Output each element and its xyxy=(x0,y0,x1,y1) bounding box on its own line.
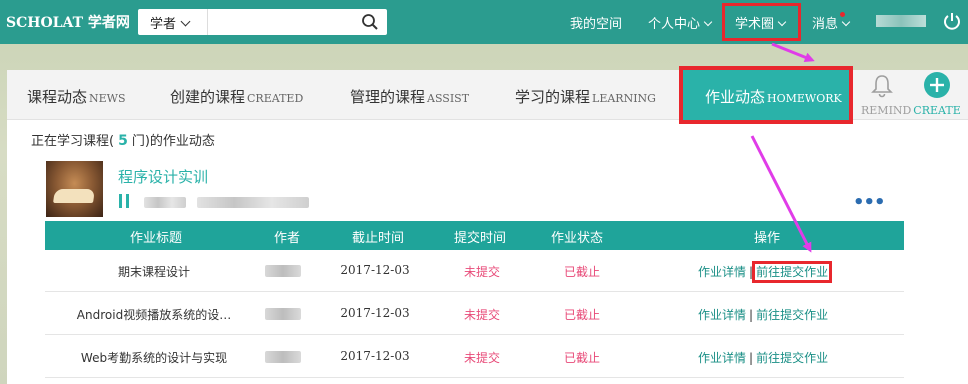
submit-homework-link[interactable]: 前往提交作业 xyxy=(756,351,828,365)
create-button[interactable]: CREATE xyxy=(911,72,963,117)
table-row: Web考勤系统的设计与实现 2017-12-03 未提交 已截止 作业详情 | 前往… xyxy=(45,336,904,378)
tab-course-news-en: NEWS xyxy=(89,92,126,105)
chevron-down-icon xyxy=(777,17,787,27)
cell-operations: 作业详情 | 前往提交作业 xyxy=(698,349,828,366)
pause-icon xyxy=(119,194,131,208)
tab-homework-en: HOMEWORK xyxy=(767,92,842,105)
notification-dot xyxy=(840,12,845,17)
user-name-blurred[interactable] xyxy=(876,15,926,27)
header-status: 作业状态 xyxy=(550,231,604,246)
nav-academic-circle-label: 学术圈 xyxy=(735,17,775,32)
table-row: Android视频播放系统的设… 2017-12-03 未提交 已截止 作业详情… xyxy=(45,293,904,335)
cell-submit-time: 未提交 xyxy=(463,265,501,279)
header-title: 作业标题 xyxy=(129,231,183,246)
site-logo[interactable]: SCHOLAT 学者网 xyxy=(6,12,130,32)
tab-learning-zh: 学习的课程 xyxy=(515,88,591,106)
tab-assist-zh: 管理的课程 xyxy=(350,88,426,106)
power-icon[interactable] xyxy=(942,11,962,31)
nav-messages-label: 消息 xyxy=(812,17,839,32)
remind-label: REMIND xyxy=(861,104,912,117)
plus-circle-icon xyxy=(924,72,950,98)
cell-deadline: 2017-12-03 xyxy=(340,349,410,363)
bell-icon xyxy=(871,75,893,98)
search-input[interactable] xyxy=(210,11,355,33)
course-cover-image[interactable] xyxy=(46,161,103,217)
create-label: CREATE xyxy=(913,104,961,117)
nav-personal-center-label: 个人中心 xyxy=(648,17,701,32)
cell-title[interactable]: 期末课程设计 xyxy=(118,263,190,280)
tab-course-news[interactable]: 课程动态 NEWS xyxy=(27,86,126,107)
cell-operations: 作业详情 | 前往提交作业 xyxy=(698,261,833,283)
header-operations: 操作 xyxy=(753,231,781,246)
cell-deadline: 2017-12-03 xyxy=(340,306,410,320)
cell-operations: 作业详情 | 前往提交作业 xyxy=(698,306,828,323)
course-count: 5 xyxy=(118,133,128,149)
course-title[interactable]: 程序设计实训 xyxy=(118,166,208,187)
top-navbar: SCHOLAT 学者网 学者 我的空间 个人中心 学术圈 消息 xyxy=(0,0,968,44)
cell-status: 已截止 xyxy=(563,351,601,365)
header-submit-time: 提交时间 xyxy=(453,231,507,246)
arrow-to-homework-tab xyxy=(771,42,815,63)
tab-created[interactable]: 创建的课程 CREATED xyxy=(170,86,303,107)
tab-learning-en: LEARNING xyxy=(592,92,656,105)
tab-homework-label: 作业动态 HOMEWORK xyxy=(705,86,842,107)
search-scope-dropdown[interactable]: 学者 xyxy=(138,9,208,35)
book-image-shape xyxy=(53,189,95,203)
main-panel: 课程动态 NEWS 创建的课程 CREATED 管理的课程 ASSIST 学习的课程 L… xyxy=(7,66,968,384)
header-author: 作者 xyxy=(273,231,301,246)
cell-title[interactable]: Android视频播放系统的设… xyxy=(77,306,231,323)
cell-author-blurred xyxy=(265,351,301,363)
tab-created-zh: 创建的课程 xyxy=(170,88,246,106)
cell-submit-time: 未提交 xyxy=(463,308,501,322)
homework-summary: 正在学习课程(5 门)的作业动态 xyxy=(31,130,215,149)
nav-personal-center[interactable]: 个人中心 xyxy=(648,13,713,32)
cell-status: 已截止 xyxy=(563,308,601,322)
homework-detail-link[interactable]: 作业详情 xyxy=(698,308,746,322)
tab-homework[interactable]: 作业动态 HOMEWORK xyxy=(679,66,853,124)
submit-homework-link[interactable]: 前往提交作业 xyxy=(756,308,828,322)
cell-submit-time: 未提交 xyxy=(463,351,501,365)
nav-academic-circle[interactable]: 学术圈 xyxy=(735,13,787,32)
homework-detail-link[interactable]: 作业详情 xyxy=(698,351,746,365)
tab-assist-en: ASSIST xyxy=(427,92,470,105)
chevron-down-icon xyxy=(180,16,191,27)
cell-status: 已截止 xyxy=(563,265,601,279)
chevron-down-icon xyxy=(841,17,851,27)
chevron-down-icon xyxy=(703,17,713,27)
homework-detail-link[interactable]: 作业详情 xyxy=(698,265,746,279)
search-scope-label: 学者 xyxy=(150,17,177,32)
search-box: 学者 xyxy=(138,9,387,35)
tab-bar: 课程动态 NEWS 创建的课程 CREATED 管理的课程 ASSIST 学习的课程 L… xyxy=(7,66,968,124)
submit-homework-link[interactable]: 前往提交作业 xyxy=(752,261,833,283)
cell-title[interactable]: Web考勤系统的设计与实现 xyxy=(81,349,227,366)
tab-course-news-zh: 课程动态 xyxy=(27,88,88,106)
tab-learning[interactable]: 学习的课程 LEARNING xyxy=(515,86,656,107)
nav-my-space[interactable]: 我的空间 xyxy=(570,13,622,32)
cell-deadline: 2017-12-03 xyxy=(340,263,410,277)
search-icon[interactable] xyxy=(361,13,379,31)
more-options-icon[interactable]: ••• xyxy=(853,192,886,213)
ops-separator: | xyxy=(749,265,754,279)
table-row: 期末课程设计 2017-12-03 未提交 已截止 作业详情 | 前往提交作业 xyxy=(45,250,904,292)
tab-created-en: CREATED xyxy=(247,92,304,105)
table-header: 作业标题 作者 截止时间 提交时间 作业状态 操作 xyxy=(45,221,904,250)
header-deadline: 截止时间 xyxy=(351,231,405,246)
teacher-name-blurred xyxy=(144,197,186,208)
cell-author-blurred xyxy=(265,265,301,277)
tab-assist[interactable]: 管理的课程 ASSIST xyxy=(350,86,469,107)
cell-author-blurred xyxy=(265,308,301,320)
tab-homework-zh: 作业动态 xyxy=(705,88,766,106)
ops-separator: | xyxy=(749,351,754,365)
remind-button[interactable]: REMIND xyxy=(861,74,912,117)
ops-separator: | xyxy=(749,308,754,322)
course-info-blurred xyxy=(197,197,309,208)
summary-suffix: 门)的作业动态 xyxy=(131,134,215,149)
summary-prefix: 正在学习课程( xyxy=(31,134,115,149)
